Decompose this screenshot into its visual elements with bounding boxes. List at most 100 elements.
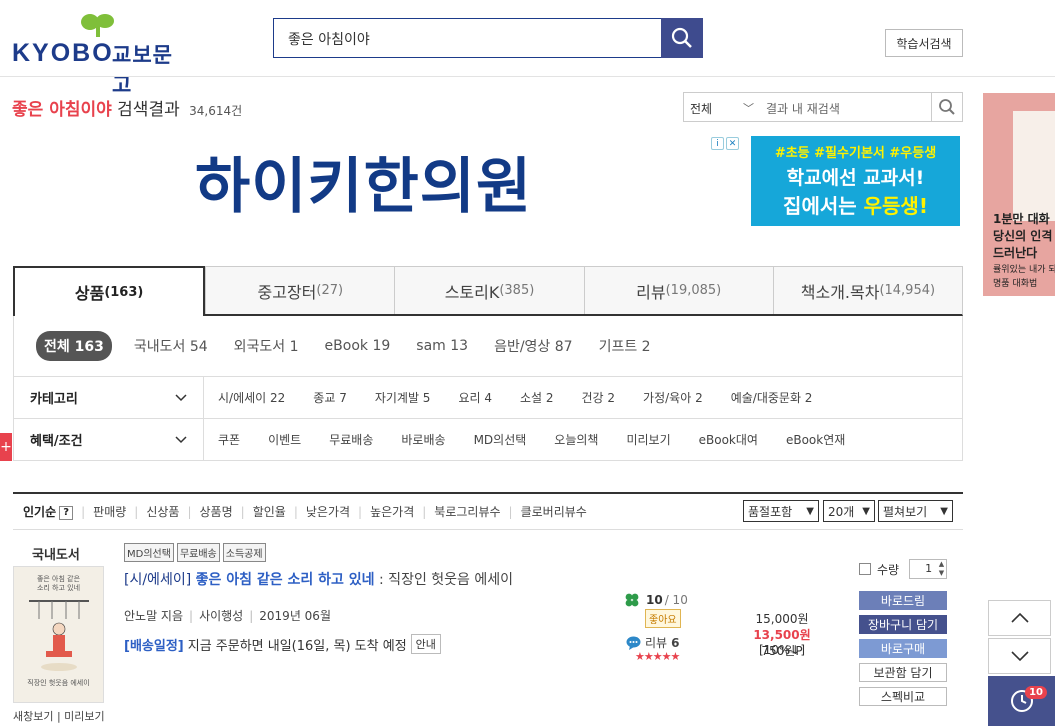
pickup-button[interactable]: 바로드림 bbox=[859, 591, 947, 610]
in-search-input[interactable]: 결과 내 재검색 bbox=[760, 92, 932, 122]
sort-low-price[interactable]: 낮은가격 bbox=[306, 503, 350, 520]
search-input[interactable]: 좋은 아침이야 bbox=[273, 18, 662, 58]
benefit-filter: 혜택/조건 쿠폰 이벤트 무료배송 바로배송 MD의선택 오늘의책 미리보기 e… bbox=[13, 418, 963, 461]
list-price: 15,000원 bbox=[755, 612, 809, 626]
sort-discount[interactable]: 할인율 bbox=[253, 503, 286, 520]
ad-subtitle: 률위있는 내가 되 명품 대화법 bbox=[993, 265, 1055, 289]
add-to-wishlist-button[interactable]: 보관함 담기 bbox=[859, 663, 947, 682]
scroll-up-button[interactable] bbox=[988, 600, 1051, 636]
query-count: 34,614건 bbox=[189, 104, 243, 118]
subtab-domestic[interactable]: 국내도서 54 bbox=[134, 336, 208, 356]
benefit-item[interactable]: 미리보기 bbox=[626, 431, 670, 448]
subtab-foreign[interactable]: 외국도서 1 bbox=[234, 336, 299, 356]
shipping-info: [배송일정] 지금 주문하면 내일(16일, 목) 도착 예정 안내 bbox=[124, 634, 441, 654]
ad-close-icon[interactable]: ✕ bbox=[726, 137, 739, 150]
sort-name[interactable]: 상품명 bbox=[200, 503, 233, 520]
benefit-item[interactable]: 바로배송 bbox=[401, 431, 445, 448]
benefit-item[interactable]: eBook대여 bbox=[699, 431, 758, 448]
sort-popular[interactable]: 인기순? bbox=[23, 503, 74, 520]
chevron-down-icon: ▼ bbox=[940, 505, 948, 517]
subtab-all[interactable]: 전체 163 bbox=[36, 331, 112, 361]
category-item[interactable]: 자기계발 5 bbox=[375, 389, 431, 406]
view-mode-select[interactable]: 펼쳐보기 ▼ bbox=[878, 500, 953, 522]
recent-count-badge: 10 bbox=[1025, 686, 1047, 699]
select-checkbox[interactable] bbox=[859, 563, 871, 575]
category-item[interactable]: 종교 7 bbox=[313, 389, 347, 406]
ad-info-icon[interactable]: i bbox=[711, 137, 724, 150]
subtab-gift[interactable]: 기프트 2 bbox=[599, 336, 651, 356]
category-item[interactable]: 시/에세이 22 bbox=[218, 389, 285, 406]
benefit-item[interactable]: MD의선택 bbox=[474, 431, 527, 448]
benefit-item[interactable]: eBook연재 bbox=[786, 431, 845, 448]
category-filter: 카테고리 시/에세이 22 종교 7 자기계발 5 요리 4 소설 2 건강 2… bbox=[13, 376, 963, 419]
banner-ad[interactable]: 하이키한의원 bbox=[195, 138, 532, 225]
category-item[interactable]: 소설 2 bbox=[520, 389, 554, 406]
tab-reviews[interactable]: 리뷰 (19,085) bbox=[583, 267, 773, 314]
right-wing-ad[interactable]: 1분만 대화 당신의 인격 드러난다 률위있는 내가 되 명품 대화법 bbox=[983, 93, 1055, 296]
ad-line-1: #초등 #필수기본서 #우등생 bbox=[774, 146, 937, 161]
chevron-down-icon: ﹀ bbox=[743, 102, 754, 115]
compare-specs-button[interactable]: 스펙비교 bbox=[859, 687, 947, 706]
book-cover[interactable]: 좋은 아침 같은 소리 하고 있네 직장인 헛웃음 에세이 bbox=[13, 566, 104, 703]
soldout-select[interactable]: 품절포함 ▼ bbox=[743, 500, 819, 522]
tab-used-market[interactable]: 중고장터 (27) bbox=[205, 267, 394, 314]
ship-info-button[interactable]: 안내 bbox=[410, 634, 441, 654]
title-subtitle: : 직장인 헛웃음 에세이 bbox=[379, 572, 514, 588]
logo-text-ko: 교보문고 bbox=[112, 43, 173, 97]
query-label: 검색결과 bbox=[117, 100, 180, 120]
tab-products[interactable]: 상품 (163) bbox=[13, 266, 206, 316]
sort-sales[interactable]: 판매량 bbox=[93, 503, 126, 520]
product-title[interactable]: [시/에세이] 좋은 아침 같은 소리 하고 있네 : 직장인 헛웃음 에세이 bbox=[124, 569, 513, 589]
subtab-music-video[interactable]: 음반/영상 87 bbox=[494, 336, 573, 356]
sort-new[interactable]: 신상품 bbox=[146, 503, 179, 520]
benefit-item[interactable]: 오늘의책 bbox=[554, 431, 598, 448]
category-item[interactable]: 요리 4 bbox=[458, 389, 492, 406]
product-author[interactable]: 안노말 지음 bbox=[124, 609, 183, 623]
in-search-scope-select[interactable]: 전체 ﹀ bbox=[683, 92, 761, 122]
tab-book-intro[interactable]: 책소개.목차 (14,954) bbox=[772, 267, 962, 314]
sort-booklog-reviews[interactable]: 북로그리뷰수 bbox=[434, 503, 500, 520]
benefit-item[interactable]: 무료배송 bbox=[329, 431, 373, 448]
add-to-cart-button[interactable]: 장바구니 담기 bbox=[859, 615, 947, 634]
quantity-stepper[interactable]: 1 ▲ ▼ bbox=[909, 559, 948, 579]
title-category: [시/에세이] bbox=[124, 572, 192, 588]
kyobo-logo[interactable]: KYOBO 교보문고 bbox=[12, 12, 192, 97]
subtab-sam[interactable]: sam 13 bbox=[416, 338, 468, 354]
benefit-toggle[interactable]: 혜택/조건 bbox=[14, 419, 204, 460]
product-publisher[interactable]: 사이행성 bbox=[199, 609, 243, 623]
quantity-control: 수량 1 ▲ ▼ bbox=[859, 559, 948, 579]
chevron-up-icon bbox=[1010, 612, 1029, 623]
badge-free-shipping: 무료배송 bbox=[176, 543, 220, 562]
side-plus-tab[interactable]: + bbox=[0, 433, 12, 461]
sort-bar: 인기순? | 판매량 | 신상품 | 상품명 | 할인율 | 낮은가격 | 높은가격 | 북로… bbox=[13, 492, 963, 530]
badge-tax-deduction: 소득공제 bbox=[222, 543, 266, 562]
category-toggle[interactable]: 카테고리 bbox=[14, 377, 204, 418]
cover-links[interactable]: 새창보기 | 미리보기 bbox=[13, 708, 105, 724]
sort-high-price[interactable]: 높은가격 bbox=[370, 503, 414, 520]
search-button[interactable] bbox=[661, 18, 703, 58]
stepper-arrows-icon[interactable]: ▲ ▼ bbox=[939, 560, 944, 578]
buy-now-button[interactable]: 바로구매 bbox=[859, 639, 947, 658]
subtab-ebook[interactable]: eBook 19 bbox=[325, 338, 391, 354]
plus-icon: + bbox=[0, 439, 12, 455]
title-main[interactable]: 좋은 아침 같은 소리 하고 있네 bbox=[196, 572, 375, 588]
study-search-button[interactable]: 학습서검색 bbox=[885, 29, 963, 57]
in-search-scope-value: 전체 bbox=[690, 102, 713, 116]
in-search-button[interactable] bbox=[931, 92, 963, 122]
benefit-item[interactable]: 이벤트 bbox=[268, 431, 301, 448]
category-item[interactable]: 예술/대중문화 2 bbox=[731, 389, 813, 406]
logo-text-en: KYOBO bbox=[12, 39, 114, 67]
recent-items-button[interactable]: 10 bbox=[988, 676, 1055, 726]
review-count[interactable]: 리뷰 6 bbox=[626, 634, 679, 651]
ad-title: 1분만 대화 당신의 인격 드러난다 bbox=[993, 212, 1053, 260]
page-size-select[interactable]: 20개 ▼ bbox=[823, 500, 875, 522]
side-banner-ad[interactable]: #초등 #필수기본서 #우등생 학교에선 교과서! 집에서는 우등생! bbox=[751, 136, 960, 226]
help-icon[interactable]: ? bbox=[59, 505, 74, 520]
ad-choices[interactable]: i ✕ bbox=[711, 137, 741, 151]
category-item[interactable]: 가정/육아 2 bbox=[643, 389, 703, 406]
sort-clover-reviews[interactable]: 클로버리뷰수 bbox=[521, 503, 587, 520]
category-item[interactable]: 건강 2 bbox=[582, 389, 616, 406]
tab-story-k[interactable]: 스토리K (385) bbox=[394, 267, 583, 314]
benefit-item[interactable]: 쿠폰 bbox=[218, 431, 240, 448]
scroll-down-button[interactable] bbox=[988, 638, 1051, 674]
